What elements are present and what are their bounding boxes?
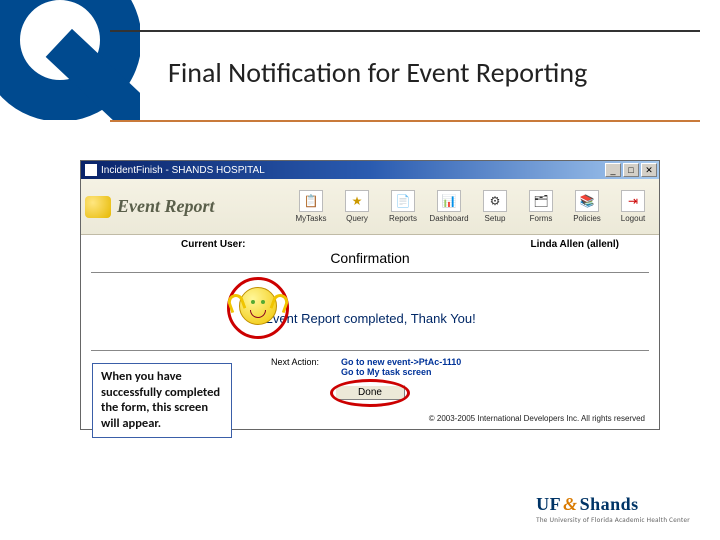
current-user-value: Linda Allen (allenl) <box>530 239 619 250</box>
next-action-label: Next Action: <box>271 357 341 367</box>
slide-title: Final Notification for Event Reporting <box>168 55 587 90</box>
close-button[interactable]: ✕ <box>641 163 657 177</box>
logout-icon: ⇥ <box>621 190 645 212</box>
annotation-callout: When you have successfully completed the… <box>92 363 232 438</box>
confirmation-heading: Confirmation <box>81 250 659 266</box>
reports-label: Reports <box>389 214 417 223</box>
next-action-link-new-event[interactable]: Go to new event->PtAc-1110 <box>341 357 461 367</box>
setup-button[interactable]: ⚙ Setup <box>473 183 517 231</box>
policies-icon: 📚 <box>575 190 599 212</box>
window-titlebar: IncidentFinish - SHANDS HOSPITAL _ □ ✕ <box>81 161 659 179</box>
query-button[interactable]: ★ Query <box>335 183 379 231</box>
toolbar: Event Report 📋 MyTasks ★ Query 📄 Reports 📊 D… <box>81 179 659 235</box>
next-actions: Next Action:Go to new event->PtAc-1110 G… <box>271 357 659 377</box>
divider-top <box>110 30 700 32</box>
policies-button[interactable]: 📚 Policies <box>565 183 609 231</box>
app-window-icon <box>85 164 97 176</box>
message-area: Event Report completed, Thank You! <box>91 279 649 351</box>
query-label: Query <box>346 214 368 223</box>
next-action-link-mytasks[interactable]: Go to My task screen <box>341 367 432 377</box>
policies-label: Policies <box>573 214 601 223</box>
forms-icon: 🗂 <box>529 190 553 212</box>
divider <box>91 272 649 273</box>
maximize-button[interactable]: □ <box>623 163 639 177</box>
brand-shands: Shands <box>580 494 639 514</box>
mytasks-button[interactable]: 📋 MyTasks <box>289 183 333 231</box>
setup-icon: ⚙ <box>483 190 507 212</box>
logout-label: Logout <box>621 214 645 223</box>
brand-uf: UF <box>536 494 561 514</box>
reports-icon: 📄 <box>391 190 415 212</box>
thank-you-text: Event Report completed, Thank You! <box>91 311 649 326</box>
query-icon: ★ <box>345 190 369 212</box>
dashboard-label: Dashboard <box>429 214 468 223</box>
forms-label: Forms <box>530 214 553 223</box>
divider-accent <box>110 120 700 122</box>
setup-label: Setup <box>485 214 506 223</box>
reports-button[interactable]: 📄 Reports <box>381 183 425 231</box>
window-title: IncidentFinish - SHANDS HOSPITAL <box>101 165 265 176</box>
minimize-button[interactable]: _ <box>605 163 621 177</box>
brand-tagline: The University of Florida Academic Healt… <box>536 515 690 524</box>
slide: Final Notification for Event Reporting I… <box>0 0 720 540</box>
dashboard-button[interactable]: 📊 Dashboard <box>427 183 471 231</box>
app-title: Event Report <box>117 196 215 217</box>
smiley-icon <box>239 287 277 325</box>
copyright-text: © 2003-2005 International Developers Inc… <box>429 414 645 423</box>
app-logo-icon <box>85 196 111 218</box>
mytasks-icon: 📋 <box>299 190 323 212</box>
mytasks-label: MyTasks <box>295 214 326 223</box>
dashboard-icon: 📊 <box>437 190 461 212</box>
brand-amp: & <box>563 494 578 514</box>
current-user-label: Current User: <box>181 239 245 250</box>
q-logo-icon <box>0 0 140 120</box>
done-button[interactable]: Done <box>335 385 405 400</box>
logout-button[interactable]: ⇥ Logout <box>611 183 655 231</box>
forms-button[interactable]: 🗂 Forms <box>519 183 563 231</box>
footer-logo: UF&Shands The University of Florida Acad… <box>536 494 690 524</box>
